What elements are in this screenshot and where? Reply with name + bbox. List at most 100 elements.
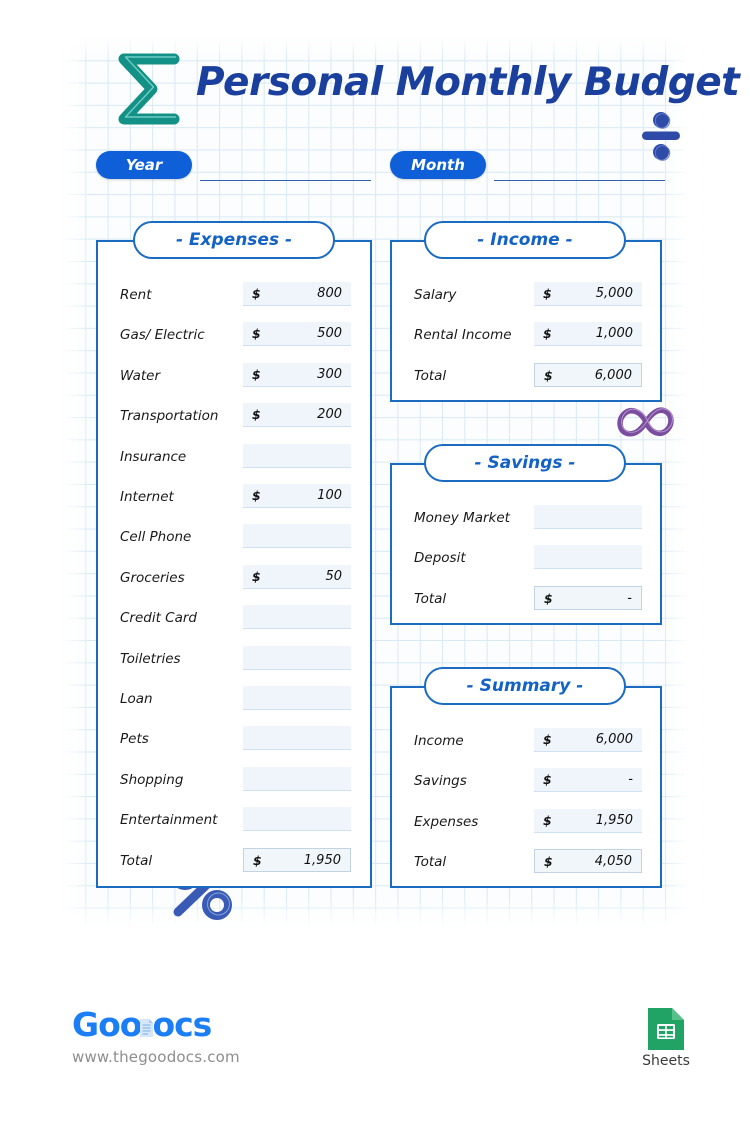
amount-input[interactable]: $300 — [243, 362, 351, 387]
expenses-total-row: Total $1,950 — [98, 847, 370, 874]
table-row: Entertainment — [98, 807, 370, 833]
amount-input[interactable]: $1,000 — [534, 322, 642, 347]
amount-input[interactable]: $5,000 — [534, 282, 642, 306]
amount-input[interactable] — [243, 686, 351, 710]
currency-symbol: $ — [543, 286, 552, 301]
amount-input[interactable]: $200 — [243, 403, 351, 428]
savings-panel: Money Market Deposit Total $ - — [390, 463, 662, 625]
currency-symbol: $ — [253, 852, 262, 868]
amount-value: 1,950 — [303, 852, 341, 868]
row-label: Cell Phone — [120, 529, 192, 546]
amount-input[interactable] — [534, 505, 642, 529]
currency-symbol: $ — [543, 812, 552, 828]
amount-value: - — [627, 590, 632, 606]
amount-input[interactable]: $ - — [534, 768, 642, 793]
amount-input[interactable]: $500 — [243, 322, 351, 347]
row-label: Deposit — [414, 550, 466, 567]
amount-value: 100 — [317, 488, 342, 503]
amount-value: 800 — [317, 286, 342, 301]
row-label: Internet — [120, 489, 174, 505]
table-row: Shopping — [98, 766, 370, 793]
expenses-panel: Rent $800 Gas/ Electric $500 Water $300 Transp… — [96, 240, 372, 888]
amount-input[interactable]: $6,000 — [534, 728, 642, 752]
currency-symbol: $ — [544, 854, 553, 870]
table-row: Pets — [98, 726, 370, 752]
table-row: Water $300 — [98, 362, 370, 389]
amount-input[interactable]: $1,950 — [534, 808, 642, 833]
currency-symbol: $ — [252, 366, 261, 382]
row-label: Total — [414, 854, 447, 871]
table-row: Income $6,000 — [392, 728, 660, 754]
table-row: Rent $800 — [98, 282, 370, 308]
savings-total-value: $ - — [534, 585, 642, 610]
summary-tab-title: - Summary - — [424, 667, 626, 705]
amount-input[interactable]: $50 — [243, 564, 351, 589]
month-pill-label: Month — [390, 151, 486, 179]
row-label: Loan — [120, 691, 153, 707]
currency-symbol: $ — [544, 367, 553, 383]
amount-input[interactable] — [534, 545, 642, 570]
amount-input[interactable] — [243, 605, 351, 630]
month-input[interactable] — [494, 180, 665, 181]
amount-input[interactable]: $100 — [243, 484, 351, 508]
row-label: Gas/ Electric — [120, 327, 205, 344]
table-row: Expenses $1,950 — [392, 808, 660, 835]
row-label: Income — [414, 733, 464, 749]
table-row: Savings $ - — [392, 768, 660, 794]
currency-symbol: $ — [543, 732, 552, 747]
amount-value: 200 — [317, 407, 342, 423]
currency-symbol: $ — [252, 568, 261, 584]
year-input[interactable] — [200, 180, 371, 181]
amount-input[interactable] — [243, 443, 351, 468]
infinity-icon — [610, 398, 682, 446]
amount-input[interactable] — [243, 807, 351, 832]
table-row: Transportation $200 — [98, 403, 370, 429]
amount-value: 6,000 — [595, 732, 633, 747]
row-label: Water — [120, 367, 161, 384]
row-label: Pets — [120, 731, 149, 748]
row-label: Total — [120, 852, 153, 869]
row-label: Total — [414, 367, 447, 384]
footer-url[interactable]: www.thegoodocs.com — [72, 1048, 240, 1066]
grid-fade-right — [663, 38, 689, 928]
currency-symbol: $ — [543, 772, 552, 788]
amount-input[interactable] — [243, 726, 351, 751]
row-label: Transportation — [120, 408, 219, 425]
table-row: Money Market — [392, 505, 660, 531]
sheets-label: Sheets — [642, 1053, 690, 1069]
income-total-value: $6,000 — [534, 362, 642, 387]
table-row: Internet $100 — [98, 484, 370, 510]
row-label: Salary — [414, 287, 457, 303]
expenses-tab-title: - Expenses - — [133, 221, 335, 259]
grid-fade-bottom — [63, 898, 689, 928]
table-row: Toiletries — [98, 645, 370, 672]
table-row: Groceries $50 — [98, 564, 370, 591]
amount-input[interactable]: $800 — [243, 282, 351, 306]
expenses-total-value: $1,950 — [243, 847, 351, 872]
currency-symbol: $ — [252, 286, 261, 301]
goodocs-logo: Goo ocs — [72, 1005, 212, 1044]
income-total-row: Total $6,000 — [392, 362, 660, 389]
table-row: Salary $5,000 — [392, 282, 660, 308]
row-label: Entertainment — [120, 812, 218, 829]
amount-input[interactable] — [243, 524, 351, 549]
amount-value: 500 — [317, 326, 342, 342]
row-label: Money Market — [414, 510, 510, 526]
amount-input[interactable] — [243, 645, 351, 670]
currency-symbol: $ — [252, 488, 261, 503]
logo-text-ocs: ocs — [152, 1005, 212, 1044]
currency-symbol: $ — [543, 326, 552, 342]
amount-value: 6,000 — [594, 367, 632, 383]
amount-value: 1,000 — [595, 326, 633, 342]
row-label: Shopping — [120, 771, 184, 788]
amount-value: 300 — [317, 366, 342, 382]
table-row: Cell Phone — [98, 524, 370, 550]
table-row: Deposit — [392, 545, 660, 571]
amount-value: 4,050 — [594, 854, 632, 870]
summary-total-row: Total $4,050 — [392, 849, 660, 875]
row-label: Groceries — [120, 569, 185, 586]
currency-symbol: $ — [252, 407, 261, 423]
amount-input[interactable] — [243, 766, 351, 791]
table-row: Credit Card — [98, 605, 370, 631]
grid-fade-left — [63, 38, 89, 928]
